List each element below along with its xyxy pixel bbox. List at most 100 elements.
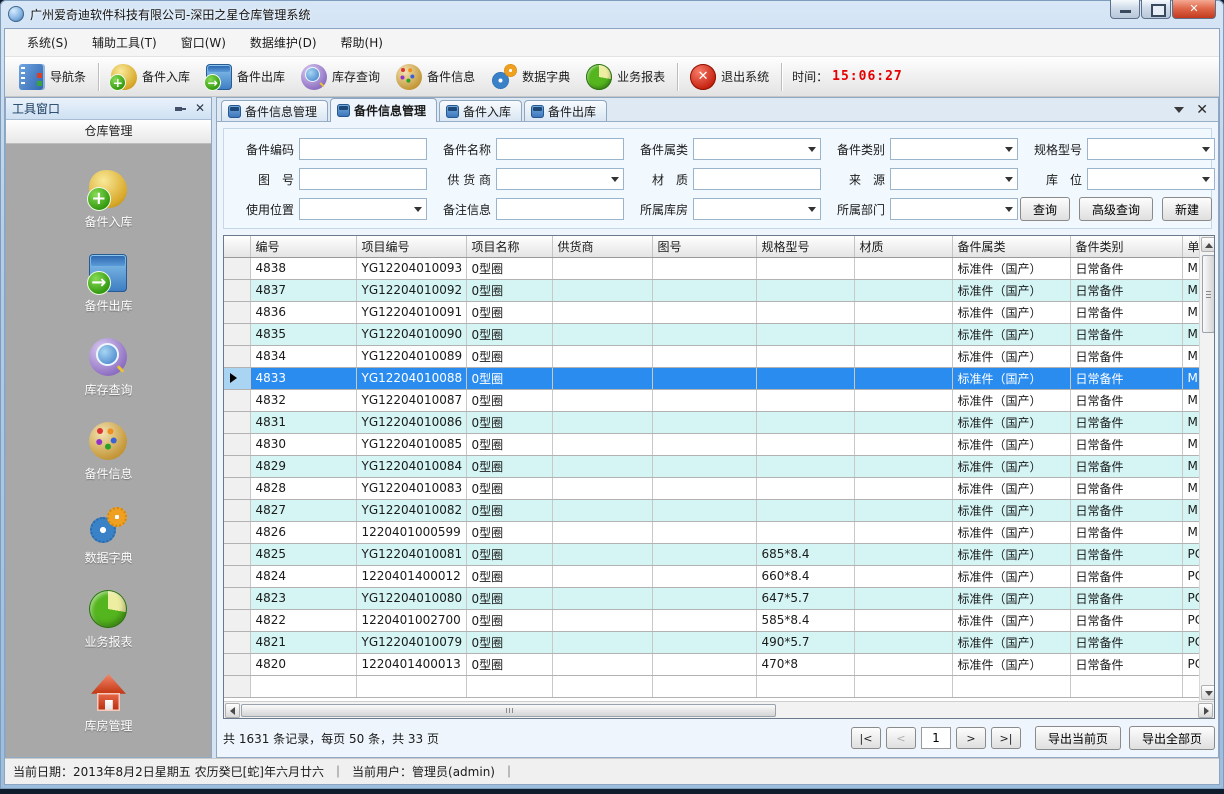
toolbar-button[interactable]: 备件信息 <box>388 60 483 94</box>
menu-item[interactable]: 辅助工具(T) <box>80 29 169 56</box>
row-selector-cell[interactable] <box>224 609 250 631</box>
column-header[interactable]: 图号 <box>652 236 756 257</box>
tab[interactable]: 备件出库 <box>524 100 607 121</box>
menu-item[interactable]: 窗口(W) <box>169 29 238 56</box>
column-header[interactable]: 规格型号 <box>756 236 854 257</box>
sidebar-item[interactable]: 业务报表 <box>74 586 142 654</box>
search-field-input[interactable] <box>299 198 427 220</box>
column-header[interactable]: 项目名称 <box>466 236 552 257</box>
menu-item[interactable]: 数据维护(D) <box>238 29 329 56</box>
sidebar-item[interactable]: 库房管理 <box>74 670 142 738</box>
scroll-right-icon[interactable] <box>1198 703 1213 718</box>
sidebar-item[interactable]: 备件出库 <box>74 250 142 318</box>
search-field-input[interactable] <box>1087 138 1215 160</box>
table-row[interactable]: 4835 YG12204010090 0型圈 标准件（国 <box>224 323 1199 345</box>
row-selector-cell[interactable] <box>224 367 250 389</box>
page-number-input[interactable] <box>921 727 951 749</box>
close-button[interactable] <box>1172 0 1216 19</box>
row-selector-cell[interactable] <box>224 631 250 653</box>
row-selector-cell[interactable] <box>224 257 250 279</box>
table-row[interactable]: 4837 YG12204010092 0型圈 标准件（国 <box>224 279 1199 301</box>
table-row[interactable]: 4826 1220401000599 0型圈 标准件（国 <box>224 521 1199 543</box>
row-selector-cell[interactable] <box>224 301 250 323</box>
row-selector-cell[interactable] <box>224 411 250 433</box>
row-selector-cell[interactable] <box>224 653 250 675</box>
search-field-input[interactable] <box>496 198 624 220</box>
pin-icon[interactable] <box>174 102 187 115</box>
export-current-page-button[interactable]: 导出当前页 <box>1035 726 1121 750</box>
search-field-input[interactable] <box>890 168 1018 190</box>
search-field[interactable] <box>496 168 624 190</box>
menu-item[interactable]: 帮助(H) <box>329 29 395 56</box>
column-header[interactable]: 备件属类 <box>952 236 1070 257</box>
table-row[interactable]: 4832 YG12204010087 0型圈 标准件（国 <box>224 389 1199 411</box>
search-action-button[interactable]: 查询 <box>1020 197 1070 221</box>
toolbar-button[interactable]: 库存查询 <box>293 60 388 94</box>
export-all-pages-button[interactable]: 导出全部页 <box>1129 726 1215 750</box>
table-row[interactable]: 4829 YG12204010084 0型圈 标准件（国 <box>224 455 1199 477</box>
first-page-button[interactable]: |< <box>851 727 881 749</box>
search-field[interactable] <box>890 198 1018 220</box>
column-header[interactable]: 供货商 <box>552 236 652 257</box>
tab-list-dropdown-icon[interactable] <box>1174 107 1184 113</box>
table-row[interactable]: 4821 YG12204010079 0型圈 490*5.7 <box>224 631 1199 653</box>
row-selector-cell[interactable] <box>224 543 250 565</box>
tab[interactable]: 备件信息管理 <box>221 100 328 121</box>
table-row[interactable]: 4833 YG12204010088 0型圈 标准件（国 <box>224 367 1199 389</box>
next-page-button[interactable]: > <box>956 727 986 749</box>
horizontal-scrollbar[interactable] <box>224 701 1214 718</box>
tab[interactable]: 备件入库 <box>439 100 522 121</box>
search-field-input[interactable] <box>299 138 427 160</box>
search-field-input[interactable] <box>496 168 624 190</box>
horizontal-scroll-thumb[interactable] <box>241 704 776 717</box>
scroll-up-icon[interactable] <box>1201 237 1215 252</box>
row-selector-cell[interactable] <box>224 587 250 609</box>
row-selector-cell[interactable] <box>224 499 250 521</box>
table-row[interactable]: 4830 YG12204010085 0型圈 标准件（国 <box>224 433 1199 455</box>
column-header[interactable]: 备件类别 <box>1070 236 1182 257</box>
table-row[interactable]: 4836 YG12204010091 0型圈 标准件（国 <box>224 301 1199 323</box>
search-field[interactable] <box>693 198 821 220</box>
minimize-button[interactable] <box>1110 0 1140 19</box>
search-field[interactable] <box>1087 138 1215 160</box>
toolbar-button[interactable]: 导航条 <box>11 60 94 94</box>
toolbar-button[interactable]: 备件出库 <box>198 60 293 94</box>
column-header[interactable]: 项目编号 <box>356 236 466 257</box>
search-field-input[interactable] <box>299 168 427 190</box>
vertical-scrollbar[interactable] <box>1199 236 1214 701</box>
search-field[interactable] <box>496 138 624 160</box>
table-row[interactable]: 4828 YG12204010083 0型圈 标准件（国 <box>224 477 1199 499</box>
row-selector-cell[interactable] <box>224 389 250 411</box>
search-field-input[interactable] <box>1087 168 1215 190</box>
column-header[interactable]: 编号 <box>250 236 356 257</box>
sidebar-item[interactable]: 数据字典 <box>74 502 142 570</box>
search-field[interactable] <box>299 138 427 160</box>
row-selector-cell[interactable] <box>224 477 250 499</box>
column-header[interactable] <box>224 236 250 257</box>
row-selector-cell[interactable] <box>224 345 250 367</box>
search-field-input[interactable] <box>890 138 1018 160</box>
table-row[interactable]: 4827 YG12204010082 0型圈 标准件（国 <box>224 499 1199 521</box>
sidebar-item[interactable]: 备件入库 <box>74 166 142 234</box>
search-field-input[interactable] <box>496 138 624 160</box>
table-row[interactable]: 4824 1220401400012 0型圈 660*8.4 <box>224 565 1199 587</box>
prev-page-button[interactable]: < <box>886 727 916 749</box>
tab[interactable]: 备件信息管理 <box>330 98 437 122</box>
search-field-input[interactable] <box>693 138 821 160</box>
search-action-button[interactable]: 新建 <box>1162 197 1212 221</box>
row-selector-cell[interactable] <box>224 279 250 301</box>
toolbar-button[interactable]: 退出系统 <box>682 60 777 94</box>
row-selector-cell[interactable] <box>224 433 250 455</box>
sidebar-item[interactable]: 库存查询 <box>74 334 142 402</box>
row-selector-cell[interactable] <box>224 521 250 543</box>
menu-item[interactable]: 系统(S) <box>15 29 80 56</box>
table-row[interactable]: 4820 1220401400013 0型圈 470*8 <box>224 653 1199 675</box>
search-field[interactable] <box>299 168 427 190</box>
search-field-input[interactable] <box>693 198 821 220</box>
sidebar-item[interactable]: 备件信息 <box>74 418 142 486</box>
column-header[interactable]: 材质 <box>854 236 952 257</box>
table-row[interactable]: 4823 YG12204010080 0型圈 647*5.7 <box>224 587 1199 609</box>
search-field[interactable] <box>496 198 624 220</box>
toolbar-button[interactable]: 备件入库 <box>103 60 198 94</box>
search-action-button[interactable]: 高级查询 <box>1079 197 1153 221</box>
